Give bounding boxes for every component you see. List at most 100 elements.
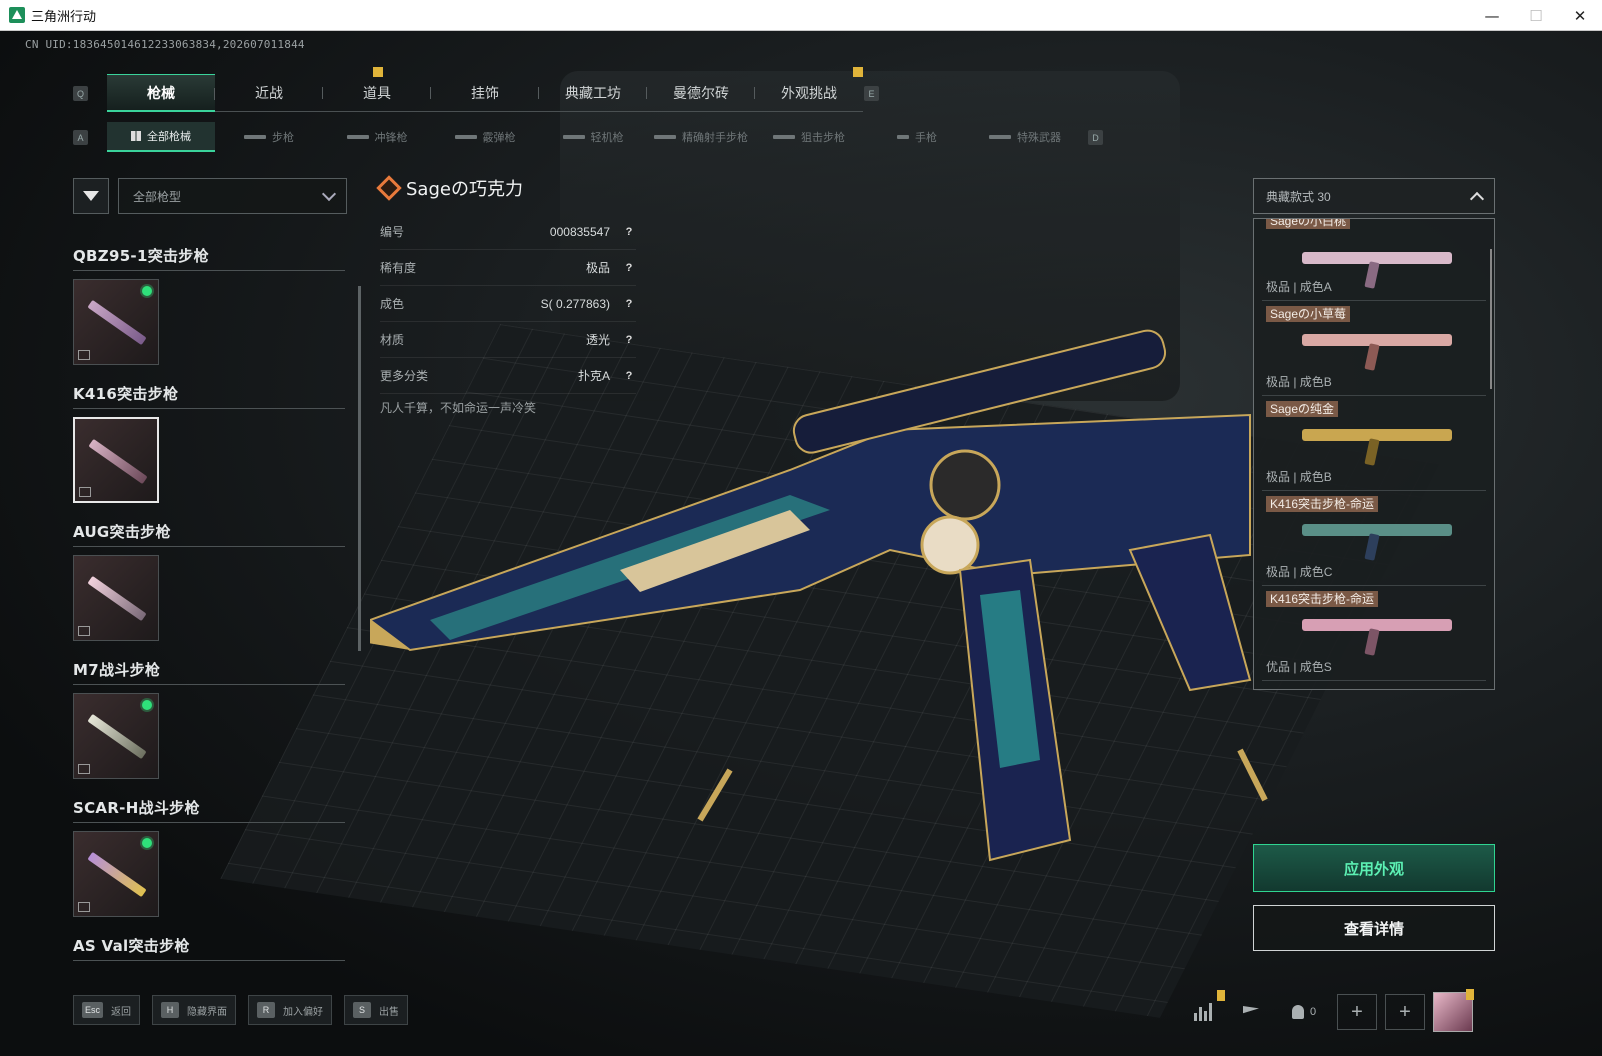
tab-label: 道具 (363, 85, 391, 101)
weapon-skin-thumb[interactable] (73, 555, 159, 641)
view-details-button[interactable]: 查看详情 (1253, 905, 1495, 951)
flag-button[interactable] (1231, 994, 1271, 1030)
plus-icon: + (1399, 1000, 1411, 1023)
tab-appearance-challenge[interactable]: 外观挑战 (755, 67, 863, 112)
detail-row-wear: 成色 S( 0.277863)? (380, 286, 636, 322)
detail-value: 极品 (585, 261, 610, 275)
weapon-category-title: AUG突击步枪 (73, 517, 345, 547)
subtab-next-key-hint: D (1088, 130, 1103, 145)
subtab-all-guns[interactable]: 全部枪械 (107, 122, 215, 152)
stats-button[interactable] (1183, 990, 1225, 1030)
weapon-category-title: AS Val突击步枪 (73, 931, 345, 961)
subtab-label: 手枪 (915, 132, 937, 144)
gun-thumbnail-icon (87, 851, 147, 898)
skin-tag-icon (78, 626, 90, 636)
dropdown-value: 全部枪型 (133, 189, 182, 204)
filter-button[interactable] (73, 178, 109, 214)
add-slot-button[interactable]: + (1337, 994, 1377, 1030)
game-scene: CN UID:18364501461223306383‌4,2026070118… (0, 31, 1602, 1056)
close-button[interactable]: ✕ (1558, 0, 1602, 31)
player-avatar[interactable] (1433, 989, 1474, 1032)
back-button[interactable]: Esc 返回 (73, 995, 141, 1025)
hotkey-label: H (161, 1002, 180, 1018)
tab-mandel-brick[interactable]: 曼德尔砖 (647, 74, 755, 112)
collection-item-name: K416突击步枪-命运 (1266, 591, 1379, 607)
window-title: 三角洲行动 (31, 9, 97, 25)
subtab-label: 轻机枪 (590, 132, 624, 144)
collection-item-meta: 极品 | 成色B (1266, 470, 1332, 484)
gun-thumbnail-icon (87, 299, 147, 346)
weapon-skin-thumb[interactable] (73, 279, 159, 365)
subtab-shotgun[interactable]: 霰弹枪 (431, 122, 539, 152)
detail-row-rarity: 稀有度 极品? (380, 250, 636, 286)
tab-collection-workshop[interactable]: 典藏工坊 (539, 74, 647, 112)
notification-badge-icon (1466, 989, 1474, 1000)
weapon-skin-thumb[interactable] (73, 831, 159, 917)
weapon-list-scrollbar[interactable] (358, 286, 361, 651)
skin-tag-icon (78, 350, 90, 360)
collection-list-scrollbar[interactable] (1490, 249, 1492, 389)
tab-melee[interactable]: 近战 (215, 74, 323, 112)
weapon-skin-thumb-selected[interactable] (73, 417, 159, 503)
tab-label: 挂饰 (471, 85, 499, 101)
skin-name: Sageの巧克力 (406, 179, 523, 200)
weapon-list[interactable]: QBZ95-1突击步枪 K416突击步枪 AUG突击步枪 M7战斗步枪 SCAR… (73, 241, 345, 961)
main-tabs: 枪械 近战 道具 挂饰 典藏工坊 曼德尔砖 外观挑战 (107, 67, 863, 112)
uid-text: CN UID:18364501461223306383‌4,2026070118… (25, 38, 305, 51)
weapon-category-title: K416突击步枪 (73, 379, 345, 409)
sniper-icon (773, 135, 795, 139)
tab-next-key-hint: E (864, 86, 879, 101)
tab-items[interactable]: 道具 (323, 67, 431, 112)
maximize-button[interactable]: ☐ (1514, 0, 1558, 31)
subtab-pistol[interactable]: 手枪 (863, 122, 971, 152)
subtab-special[interactable]: 特殊武器 (971, 122, 1079, 152)
hide-ui-button[interactable]: H 隐藏界面 (152, 995, 237, 1025)
dropdown-value: 典藏款式 30 (1266, 189, 1331, 204)
collection-item[interactable]: Sageの纯金 极品 | 成色B (1262, 396, 1486, 491)
subtab-smg[interactable]: 冲锋枪 (323, 122, 431, 152)
collection-item[interactable]: Sageの小白桃 极品 | 成色A (1262, 219, 1486, 301)
gun-type-dropdown[interactable]: 全部枪型 (118, 178, 347, 214)
bullet-prop (1237, 748, 1268, 802)
collection-item-name: K416突击步枪-命运 (1266, 496, 1379, 512)
minimize-button[interactable]: — (1470, 0, 1514, 31)
tab-prev-key-hint: Q (73, 86, 88, 101)
help-icon[interactable]: ? (622, 297, 636, 311)
detail-value: S( 0.277863) (540, 296, 610, 311)
help-icon[interactable]: ? (622, 225, 636, 239)
gun-magazine-icon (1364, 628, 1380, 656)
window-controls: — ☐ ✕ (1470, 0, 1602, 31)
tab-charms[interactable]: 挂饰 (431, 74, 539, 112)
collection-style-list[interactable]: Sageの小白桃 极品 | 成色A Sageの小草莓 极品 | 成色B Sage… (1253, 218, 1495, 690)
weapon-category-title: SCAR-H战斗步枪 (73, 793, 345, 823)
subtab-sniper[interactable]: 狙击步枪 (755, 122, 863, 152)
add-favorite-button[interactable]: R 加入偏好 (248, 995, 333, 1025)
collection-item[interactable]: Sageの小草莓 极品 | 成色B (1262, 301, 1486, 396)
apply-appearance-button[interactable]: 应用外观 (1253, 844, 1495, 892)
rifle-preview-image[interactable] (370, 320, 1270, 880)
sell-button[interactable]: S 出售 (344, 995, 409, 1025)
hotkey-action: 加入偏好 (283, 1006, 324, 1018)
gun-magazine-icon (1364, 533, 1380, 561)
collection-item[interactable]: K416突击步枪-命运 极品 | 成色C (1262, 491, 1486, 586)
subtab-prev-key-hint: A (73, 130, 88, 145)
add-slot-button[interactable]: + (1385, 994, 1425, 1030)
friends-button[interactable]: 0 (1279, 994, 1329, 1030)
collection-style-dropdown[interactable]: 典藏款式 30 (1253, 178, 1495, 214)
person-icon (1291, 1005, 1304, 1019)
tab-guns[interactable]: 枪械 (107, 74, 215, 112)
equipped-indicator-icon (142, 700, 152, 710)
gun-magazine-icon (1364, 438, 1380, 466)
help-icon[interactable]: ? (622, 261, 636, 275)
bullet-prop (697, 768, 733, 822)
gun-thumbnail-icon (87, 713, 147, 760)
weapon-category-title: QBZ95-1突击步枪 (73, 241, 345, 271)
collection-item[interactable]: K416突击步枪-命运 优品 | 成色S (1262, 586, 1486, 681)
subtab-dmr[interactable]: 精确射手步枪 (647, 122, 755, 152)
skin-header: Sageの巧克力 (376, 175, 523, 201)
subtab-rifles[interactable]: 步枪 (215, 122, 323, 152)
weapon-skin-thumb[interactable] (73, 693, 159, 779)
notification-badge-icon (1217, 990, 1225, 1001)
subtab-label: 特殊武器 (1017, 132, 1061, 144)
subtab-lmg[interactable]: 轻机枪 (539, 122, 647, 152)
